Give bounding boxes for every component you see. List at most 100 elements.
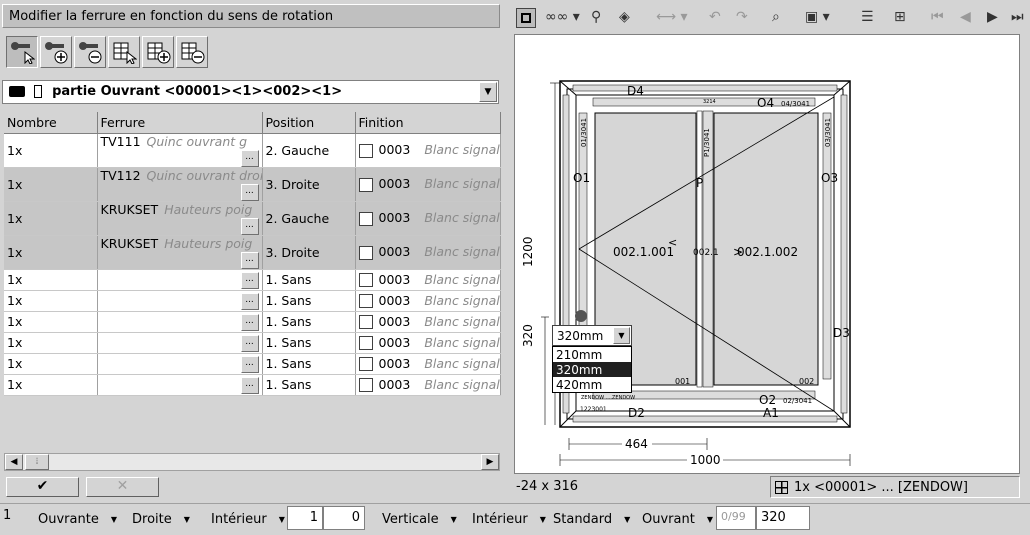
prev-icon[interactable]: ◀ xyxy=(960,9,971,25)
cell-position[interactable]: 1. Sans xyxy=(262,353,356,375)
cell-ferrure[interactable]: TV112 Quinc ouvrant droi... xyxy=(97,167,263,202)
remove-hardware-button[interactable] xyxy=(74,36,106,68)
cell-finition[interactable]: 0003 Blanc signal xyxy=(355,269,501,291)
dimension-icon[interactable]: ⟷ ▾ xyxy=(656,9,688,25)
table-row[interactable]: 1x TV111 Quinc ouvrant g... 2. Gauche 0003 Bl… xyxy=(4,133,501,168)
remove-group-button[interactable] xyxy=(176,36,208,68)
cell-nombre[interactable]: 1x xyxy=(4,201,98,236)
table-row[interactable]: 1x KRUKSET Hauteurs poig... 2. Gauche 0003 Bl… xyxy=(4,201,501,236)
field-1[interactable]: 1 xyxy=(287,506,323,530)
cell-finition[interactable]: 0003 Blanc signal xyxy=(355,332,501,354)
cell-nombre[interactable]: 1x xyxy=(4,374,98,396)
cell-finition[interactable]: 0003 Blanc signal xyxy=(355,235,501,270)
layers-icon[interactable]: ◈ xyxy=(619,9,630,25)
scroll-left-icon[interactable]: ◀ xyxy=(5,454,23,470)
cell-finition[interactable]: 0003 Blanc signal xyxy=(355,133,501,168)
browse-button[interactable]: ... xyxy=(240,217,259,234)
opening-type-select[interactable]: Ouvrante ▼ xyxy=(38,512,117,527)
frame-view-icon[interactable] xyxy=(516,8,536,28)
cell-position[interactable]: 3. Droite xyxy=(262,167,356,202)
ouvrant-select[interactable]: Ouvrant ▼ xyxy=(642,512,713,527)
option-320[interactable]: 320mm xyxy=(553,362,631,377)
cell-ferrure[interactable]: ... xyxy=(97,269,263,291)
add-group-button[interactable] xyxy=(142,36,174,68)
cell-position[interactable]: 2. Gauche xyxy=(262,133,356,168)
glasses-icon[interactable]: ∞∞ ▾ xyxy=(545,9,580,25)
direction-select[interactable]: Intérieur ▼ xyxy=(211,512,285,527)
cancel-button[interactable]: ✕ xyxy=(86,477,159,497)
select-group-button[interactable] xyxy=(108,36,140,68)
cell-ferrure[interactable]: ... xyxy=(97,332,263,354)
browse-button[interactable]: ... xyxy=(240,292,259,310)
browse-button[interactable]: ... xyxy=(240,149,259,166)
scroll-right-icon[interactable]: ▶ xyxy=(481,454,499,470)
cell-nombre[interactable]: 1x xyxy=(4,353,98,375)
cell-ferrure[interactable]: ... xyxy=(97,374,263,396)
cell-finition[interactable]: 0003 Blanc signal xyxy=(355,374,501,396)
align-icon[interactable]: ☰ xyxy=(861,9,874,25)
table-row[interactable]: 1x... 1. Sans 0003 Blanc signal xyxy=(4,353,501,375)
standard-select[interactable]: Standard ▼ xyxy=(553,512,630,527)
field-2[interactable]: 0 xyxy=(323,506,365,530)
browse-button[interactable]: ... xyxy=(240,334,259,352)
drawing-canvas[interactable]: D4 O4 04/3041 O1 O3 P D3 D2 A1 O2 02/304… xyxy=(514,34,1020,474)
cell-position[interactable]: 2. Gauche xyxy=(262,201,356,236)
table-row[interactable]: 1x... 1. Sans 0003 Blanc signal xyxy=(4,269,501,291)
side-select[interactable]: Droite ▼ xyxy=(132,512,190,527)
cell-position[interactable]: 3. Droite xyxy=(262,235,356,270)
orientation-select[interactable]: Verticale ▼ xyxy=(382,512,457,527)
cell-nombre[interactable]: 1x xyxy=(4,235,98,270)
option-420[interactable]: 420mm xyxy=(553,377,631,392)
side2-select[interactable]: Intérieur ▼ xyxy=(472,512,546,527)
cell-finition[interactable]: 0003 Blanc signal xyxy=(355,290,501,312)
cell-position[interactable]: 1. Sans xyxy=(262,311,356,333)
table-row[interactable]: 1x KRUKSET Hauteurs poig... 3. Droite 0003 Bl… xyxy=(4,235,501,270)
col-nombre[interactable]: Nombre xyxy=(4,112,98,134)
table-row[interactable]: 1x TV112 Quinc ouvrant droi... 3. Droite 000… xyxy=(4,167,501,202)
browse-button[interactable]: ... xyxy=(240,271,259,289)
zoom-box-icon[interactable]: ▣ ▾ xyxy=(805,9,830,25)
cell-ferrure[interactable]: ... xyxy=(97,290,263,312)
cell-finition[interactable]: 0003 Blanc signal xyxy=(355,201,501,236)
zoom-icon[interactable]: ⌕ xyxy=(772,9,780,25)
cell-nombre[interactable]: 1x xyxy=(4,167,98,202)
person-icon[interactable]: ⚲ xyxy=(591,9,601,25)
value-field[interactable]: 320 xyxy=(756,506,810,530)
part-selector[interactable]: partie Ouvrant <00001><1><002><1> ▼ xyxy=(2,80,499,104)
chevron-down-icon[interactable]: ▼ xyxy=(613,327,630,344)
redo-icon[interactable]: ↷ xyxy=(736,9,748,25)
cell-nombre[interactable]: 1x xyxy=(4,269,98,291)
cell-position[interactable]: 1. Sans xyxy=(262,269,356,291)
handle-height-select[interactable]: 320mm ▼ xyxy=(552,325,632,346)
browse-button[interactable]: ... xyxy=(240,183,259,200)
table-row[interactable]: 1x... 1. Sans 0003 Blanc signal xyxy=(4,374,501,396)
browse-button[interactable]: ... xyxy=(240,376,259,394)
calc-icon[interactable]: ⊞ xyxy=(894,9,906,25)
cell-ferrure[interactable]: ... xyxy=(97,311,263,333)
cell-ferrure[interactable]: ... xyxy=(97,353,263,375)
option-210[interactable]: 210mm xyxy=(553,347,631,362)
cell-nombre[interactable]: 1x xyxy=(4,332,98,354)
horizontal-scrollbar[interactable]: ◀ ⦙ ▶ xyxy=(4,453,500,471)
cell-finition[interactable]: 0003 Blanc signal xyxy=(355,167,501,202)
browse-button[interactable]: ... xyxy=(240,313,259,331)
first-icon[interactable]: ⏮ xyxy=(931,9,944,25)
last-icon[interactable]: ⏭ xyxy=(1011,9,1024,25)
col-position[interactable]: Position xyxy=(262,112,356,134)
cell-nombre[interactable]: 1x xyxy=(4,311,98,333)
browse-button[interactable]: ... xyxy=(240,251,259,268)
table-row[interactable]: 1x... 1. Sans 0003 Blanc signal xyxy=(4,290,501,312)
browse-button[interactable]: ... xyxy=(240,355,259,373)
col-ferrure[interactable]: Ferrure xyxy=(97,112,263,134)
cell-finition[interactable]: 0003 Blanc signal xyxy=(355,353,501,375)
cell-nombre[interactable]: 1x xyxy=(4,133,98,168)
cell-ferrure[interactable]: TV111 Quinc ouvrant g... xyxy=(97,133,263,168)
add-hardware-button[interactable] xyxy=(40,36,72,68)
table-row[interactable]: 1x... 1. Sans 0003 Blanc signal xyxy=(4,311,501,333)
cell-ferrure[interactable]: KRUKSET Hauteurs poig... xyxy=(97,201,263,236)
next-icon[interactable]: ▶ xyxy=(987,9,998,25)
cell-position[interactable]: 1. Sans xyxy=(262,332,356,354)
cell-ferrure[interactable]: KRUKSET Hauteurs poig... xyxy=(97,235,263,270)
scroll-thumb[interactable]: ⦙ xyxy=(25,454,49,470)
cell-position[interactable]: 1. Sans xyxy=(262,290,356,312)
